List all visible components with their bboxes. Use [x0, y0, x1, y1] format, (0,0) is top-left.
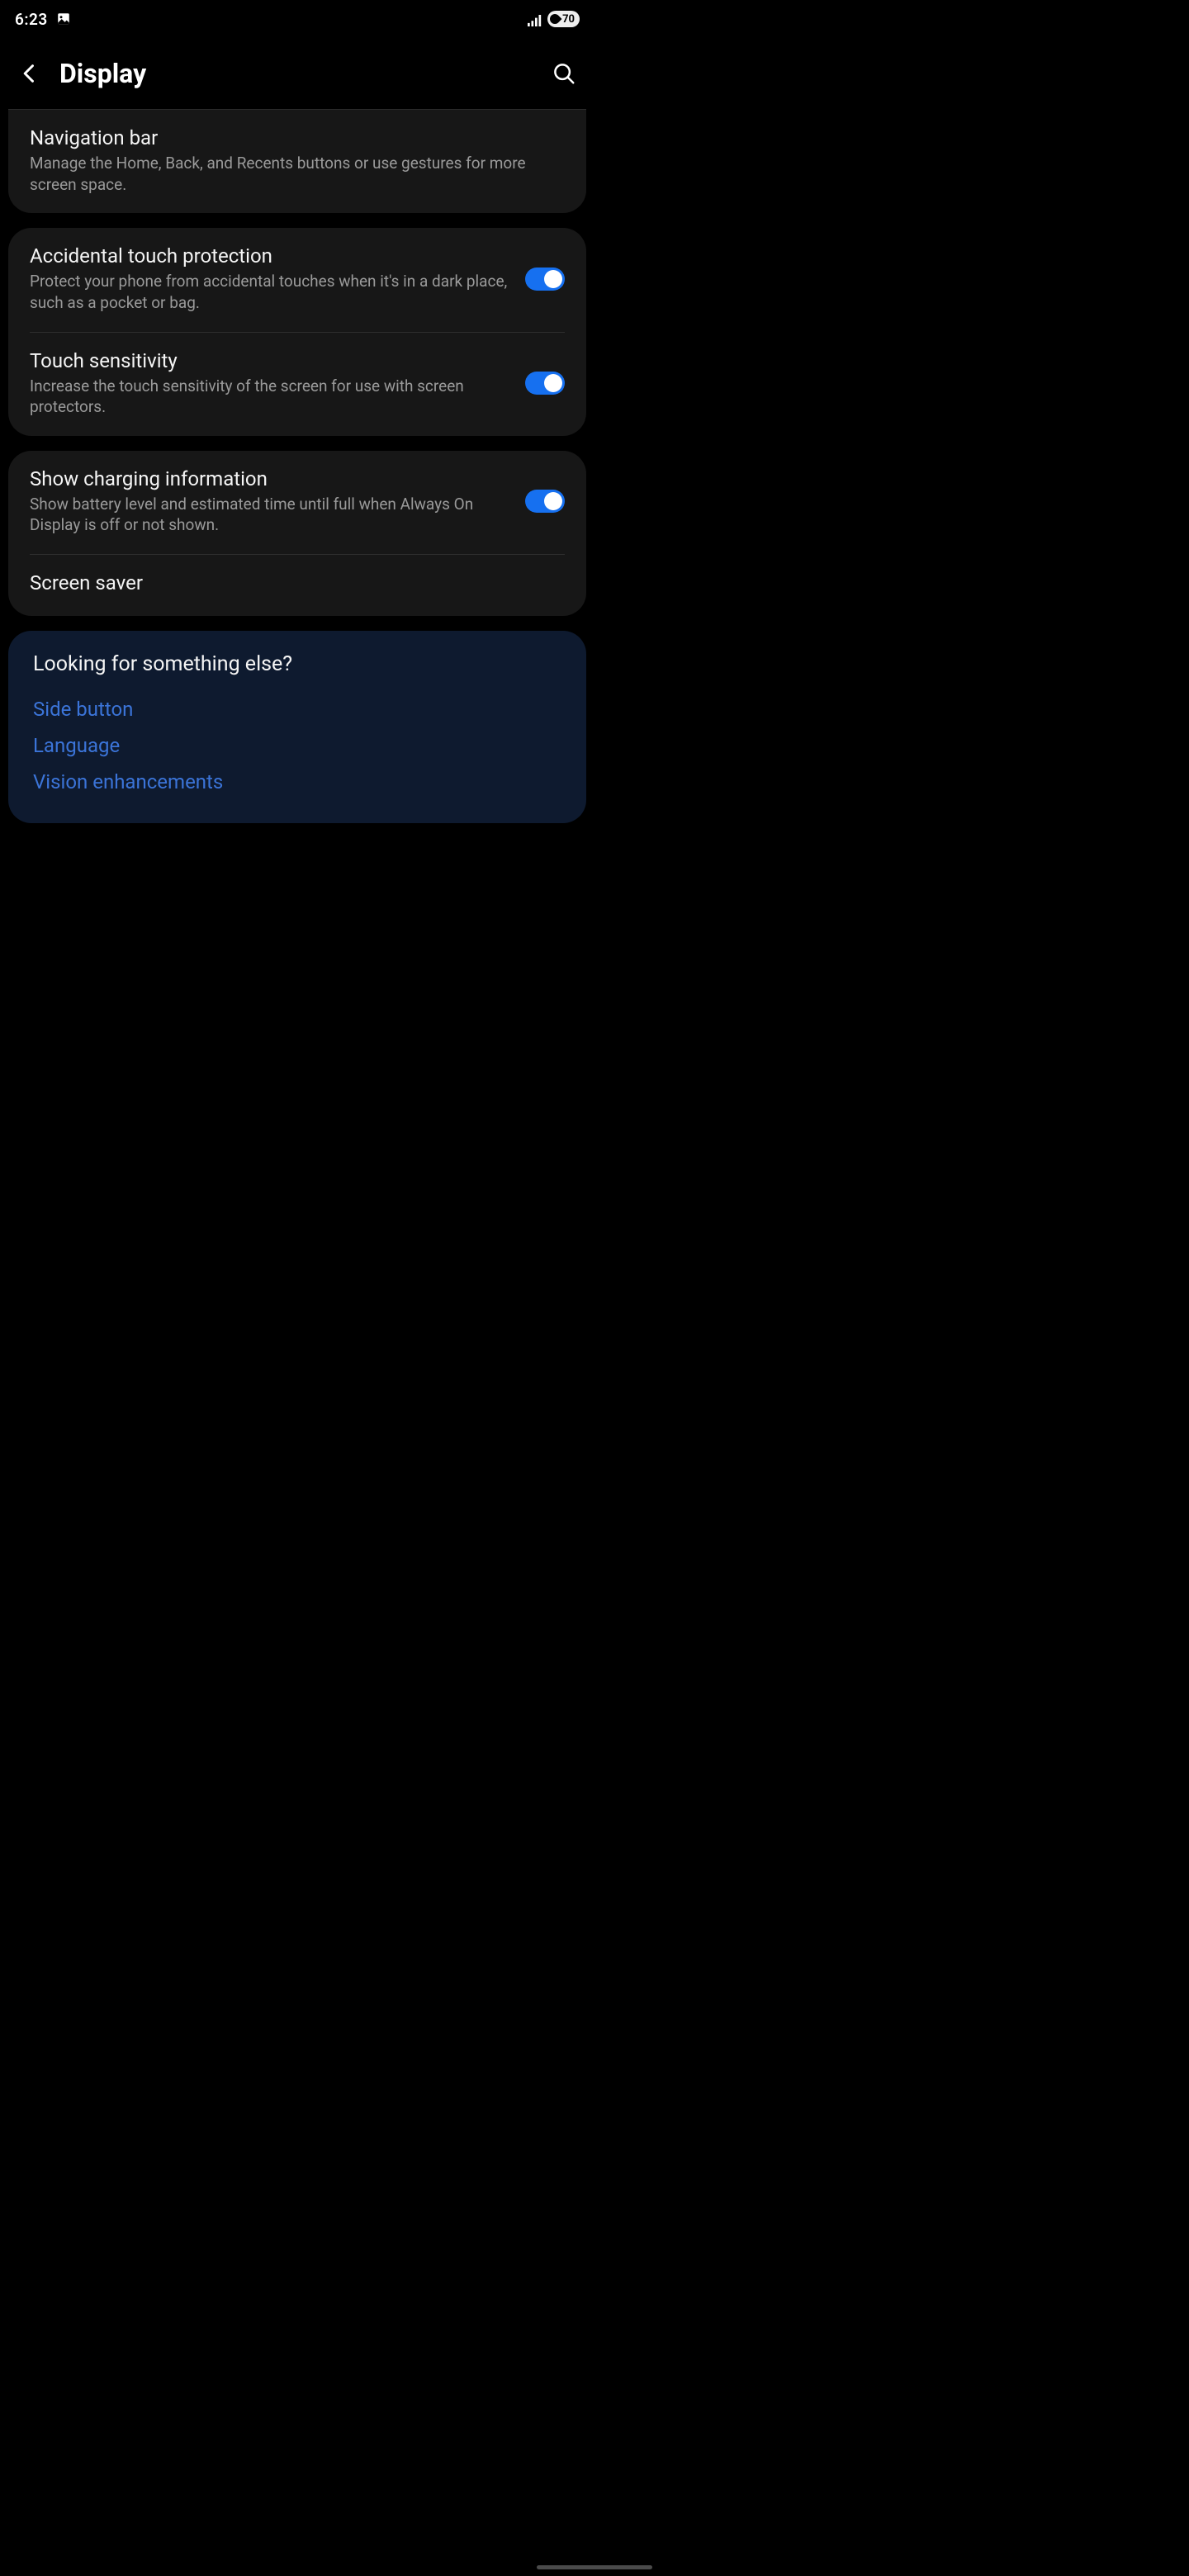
- status-time: 6:23: [15, 10, 48, 29]
- row-title: Navigation bar: [30, 126, 565, 149]
- settings-card: Accidental touch protection Protect your…: [8, 228, 586, 436]
- leaf-icon: [548, 12, 562, 26]
- row-title: Screen saver: [30, 571, 565, 594]
- battery-percent: 70: [562, 13, 575, 26]
- touch-sensitivity-toggle[interactable]: [525, 372, 565, 395]
- search-button[interactable]: [552, 61, 576, 86]
- row-title: Accidental touch protection: [30, 244, 510, 268]
- touch-sensitivity-row[interactable]: Touch sensitivity Increase the touch sen…: [30, 332, 565, 436]
- screen-saver-row[interactable]: Screen saver: [30, 554, 565, 616]
- suggestions-title: Looking for something else?: [33, 652, 561, 676]
- settings-card: Show charging information Show battery l…: [8, 451, 586, 616]
- page-header: Display: [0, 38, 594, 109]
- row-subtitle: Increase the touch sensitivity of the sc…: [30, 376, 510, 418]
- settings-content: Navigation bar Manage the Home, Back, an…: [0, 109, 594, 823]
- suggestion-vision-enhancements[interactable]: Vision enhancements: [33, 764, 561, 800]
- row-title: Show charging information: [30, 467, 510, 490]
- charging-info-toggle[interactable]: [525, 490, 565, 513]
- battery-indicator: 70: [547, 11, 580, 27]
- image-icon: [56, 12, 71, 26]
- suggestion-side-button[interactable]: Side button: [33, 691, 561, 727]
- accidental-touch-row[interactable]: Accidental touch protection Protect your…: [8, 228, 586, 331]
- navigation-bar-row[interactable]: Navigation bar Manage the Home, Back, an…: [8, 110, 586, 213]
- row-title: Touch sensitivity: [30, 349, 510, 372]
- status-left: 6:23: [15, 10, 71, 29]
- row-subtitle: Manage the Home, Back, and Recents butto…: [30, 153, 565, 195]
- status-bar: 6:23 70: [0, 0, 594, 38]
- back-button[interactable]: [18, 62, 41, 85]
- page-title: Display: [59, 58, 533, 89]
- accidental-touch-toggle[interactable]: [525, 268, 565, 291]
- row-subtitle: Protect your phone from accidental touch…: [30, 271, 510, 313]
- signal-icon: [528, 13, 542, 25]
- status-right: 70: [528, 11, 580, 27]
- gesture-handle[interactable]: [537, 2565, 652, 2569]
- charging-info-row[interactable]: Show charging information Show battery l…: [8, 451, 586, 554]
- settings-card: Navigation bar Manage the Home, Back, an…: [8, 109, 586, 213]
- suggestions-card: Looking for something else? Side button …: [8, 631, 586, 823]
- suggestion-language[interactable]: Language: [33, 727, 561, 764]
- row-subtitle: Show battery level and estimated time un…: [30, 494, 510, 536]
